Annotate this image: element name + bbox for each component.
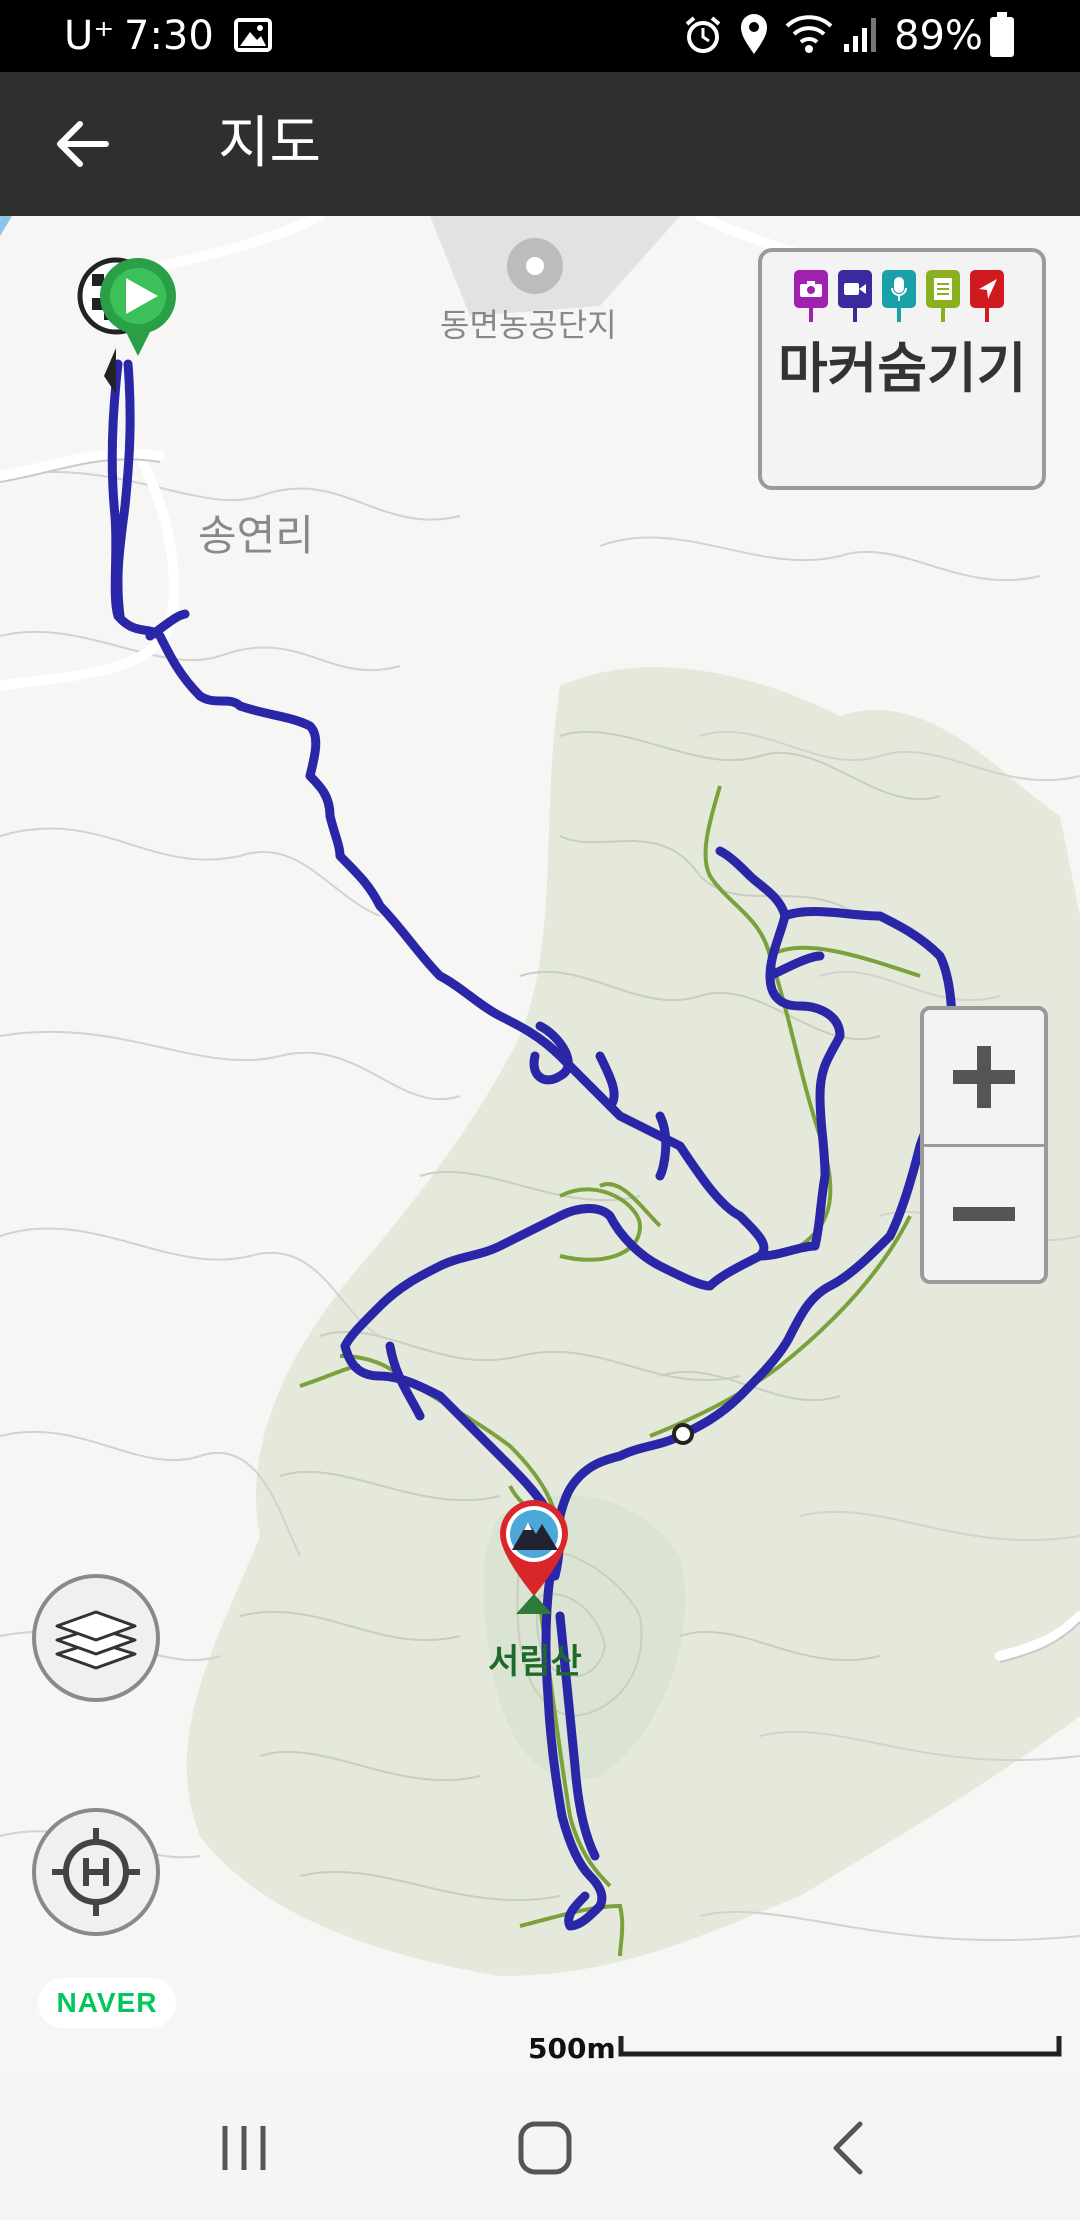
map-view[interactable]: 동면농공단지 송연리 서림산 NAVER 500m [0, 216, 1080, 2076]
place-label-industrial: 동면농공단지 [440, 306, 617, 344]
battery-percent: 89% [894, 13, 983, 59]
minus-icon [953, 1207, 1015, 1221]
terrain-area [186, 667, 1080, 1976]
microphone-icon [882, 270, 916, 322]
scale-bar [618, 2036, 1062, 2057]
plus-icon [953, 1046, 1015, 1108]
layers-button[interactable] [32, 1574, 160, 1702]
arrow-left-icon [57, 121, 109, 167]
back-icon [833, 2121, 863, 2175]
signal-icon [844, 18, 876, 52]
app-bar: 지도 [0, 72, 1080, 216]
navigation-icon [970, 270, 1004, 322]
camera-icon [794, 270, 828, 322]
scale-label: 500m [528, 2032, 616, 2065]
recent-apps-button[interactable] [184, 2100, 304, 2196]
recent-apps-icon [222, 2126, 266, 2170]
home-icon [518, 2121, 572, 2175]
wifi-icon [785, 15, 833, 53]
zoom-in-button[interactable] [924, 1010, 1044, 1144]
image-icon [234, 18, 272, 52]
place-label-mountain: 서림산 [488, 1642, 582, 1682]
alarm-icon [685, 16, 721, 53]
status-time: 7:30 [124, 13, 214, 59]
hide-markers-label: 마커숨기기 [778, 337, 1027, 400]
memo-icon [926, 270, 960, 322]
place-label-village: 송연리 [198, 511, 314, 560]
location-icon [741, 14, 767, 54]
layers-icon [55, 1610, 137, 1670]
home-button[interactable] [485, 2100, 605, 2196]
zoom-controls [920, 1006, 1048, 1284]
system-back-button[interactable] [788, 2100, 908, 2196]
back-button[interactable] [40, 108, 124, 180]
page-title: 지도 [218, 111, 322, 176]
video-icon [838, 270, 872, 322]
marker-toggle-panel[interactable]: 마커숨기기 [758, 248, 1046, 490]
my-location-button[interactable] [32, 1808, 160, 1936]
system-nav-bar [0, 2076, 1080, 2220]
map-canvas [0, 216, 1080, 1976]
status-bar: U⁺ 7:30 89% [0, 0, 1080, 72]
zoom-out-button[interactable] [924, 1147, 1044, 1281]
start-marker[interactable] [100, 258, 176, 356]
naver-logo: NAVER [38, 1978, 176, 2028]
crosshair-h-icon [52, 1828, 140, 1916]
marker-icon-row [794, 270, 1004, 322]
carrier-label: U⁺ [64, 13, 115, 59]
waypoint-marker [672, 1423, 694, 1445]
battery-icon [990, 12, 1014, 57]
